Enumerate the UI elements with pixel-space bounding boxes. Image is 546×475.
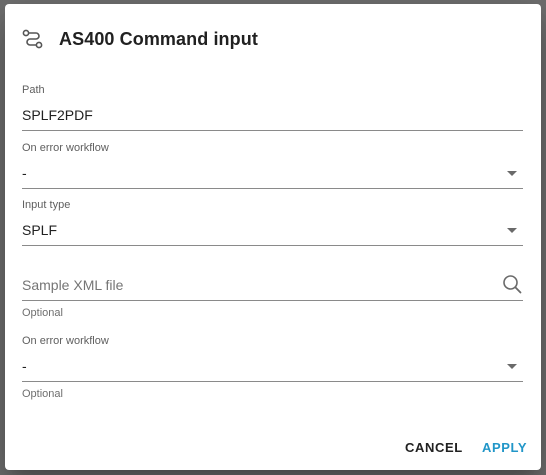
sample-xml-field[interactable]: Sample XML file Optional [22,274,523,320]
on-error-workflow-select-2[interactable]: On error workflow - Optional [22,335,523,401]
on-error-workflow-hint-2: Optional [22,388,63,400]
dialog-title: AS400 Command input [59,28,258,49]
input-type-value[interactable]: SPLF [22,221,523,239]
search-icon[interactable] [502,274,522,294]
input-type-label: Input type [22,199,71,211]
on-error-workflow-value-2[interactable]: - [22,357,523,375]
input-type-underline [22,245,523,246]
sample-xml-input[interactable]: Sample XML file [22,276,523,294]
path-underline [22,130,523,131]
on-error-workflow-select[interactable]: On error workflow - [22,142,523,189]
apply-button[interactable]: APPLY [482,438,527,458]
on-error-workflow-label: On error workflow [22,142,109,154]
path-label: Path [22,84,45,96]
cancel-button[interactable]: CANCEL [405,438,463,458]
path-input[interactable]: SPLF2PDF [22,106,523,124]
on-error-workflow-underline-2 [22,381,523,382]
chevron-down-icon[interactable] [507,228,517,233]
sample-xml-hint: Optional [22,307,63,319]
chevron-down-icon[interactable] [507,364,517,369]
on-error-workflow-value[interactable]: - [22,164,523,182]
sample-xml-underline [22,300,523,301]
dialog-title-row: AS400 Command input [22,27,258,51]
path-field[interactable]: Path SPLF2PDF [22,84,523,131]
on-error-workflow-label-2: On error workflow [22,335,109,347]
chevron-down-icon[interactable] [507,171,517,176]
dialog: AS400 Command input Path SPLF2PDF On err… [5,4,541,470]
route-icon [22,28,44,50]
input-type-select[interactable]: Input type SPLF [22,199,523,246]
on-error-workflow-underline [22,188,523,189]
